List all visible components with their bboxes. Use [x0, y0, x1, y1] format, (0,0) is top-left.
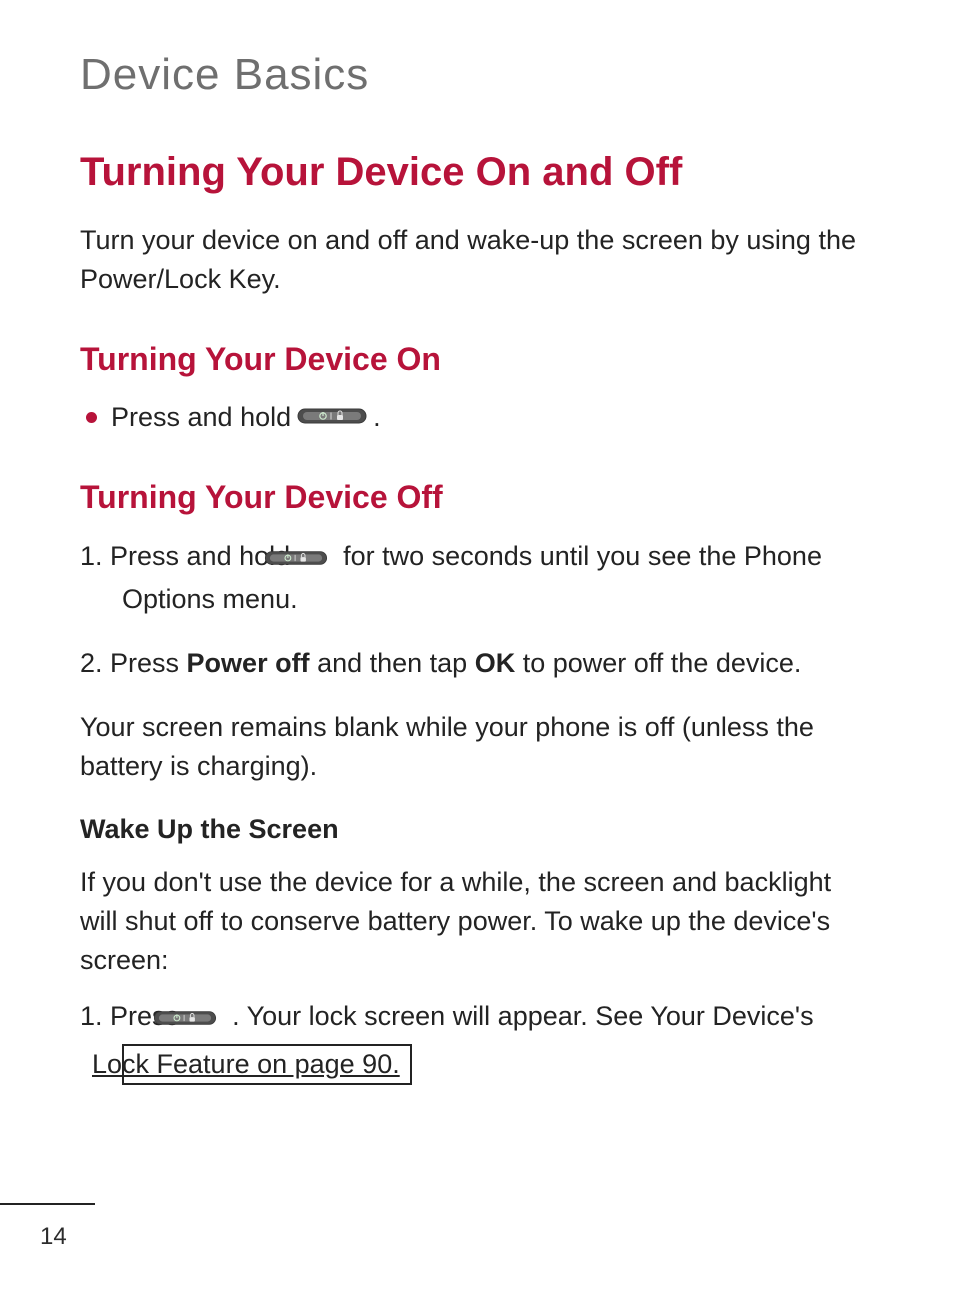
bullet-text-after: . [373, 398, 381, 437]
turning-off-heading: Turning Your Device Off [80, 479, 874, 516]
cross-reference-link[interactable]: Lock Feature on page 90. [122, 1044, 412, 1084]
wake-subhead: Wake Up the Screen [80, 814, 874, 845]
step2-suffix: to power off the device. [515, 648, 801, 678]
page-number: 14 [40, 1223, 67, 1251]
step2-prefix: 2. Press [80, 648, 187, 678]
step2-bold1: Power off [187, 648, 310, 678]
footer-rule [0, 1203, 95, 1205]
list-item: 1. Press and hold for two seconds until … [80, 536, 874, 619]
list-item: 2. Press Power off and then tap OK to po… [80, 643, 874, 684]
power-lock-key-icon [297, 398, 367, 437]
turning-on-heading: Turning Your Device On [80, 341, 874, 378]
step2-mid: and then tap [310, 648, 475, 678]
off-note: Your screen remains blank while your pho… [80, 708, 874, 786]
wake-intro: If you don't use the device for a while,… [80, 863, 874, 980]
step2-bold2: OK [475, 648, 516, 678]
list-item: Press and hold . [80, 398, 874, 437]
section-title: Device Basics [80, 50, 874, 100]
page-title: Turning Your Device On and Off [80, 150, 874, 195]
wake-step1-after: . Your lock screen will appear. See Your… [232, 1001, 814, 1031]
power-lock-key-icon [193, 998, 219, 1039]
power-lock-key-icon [304, 538, 330, 579]
bullet-text-before: Press and hold [111, 398, 291, 437]
list-item: 1. Press . Your lock screen will appear.… [80, 996, 874, 1085]
manual-page: Device Basics Turning Your Device On and… [0, 0, 954, 1291]
intro-text: Turn your device on and off and wake-up … [80, 221, 874, 299]
bullet-icon [86, 412, 97, 423]
